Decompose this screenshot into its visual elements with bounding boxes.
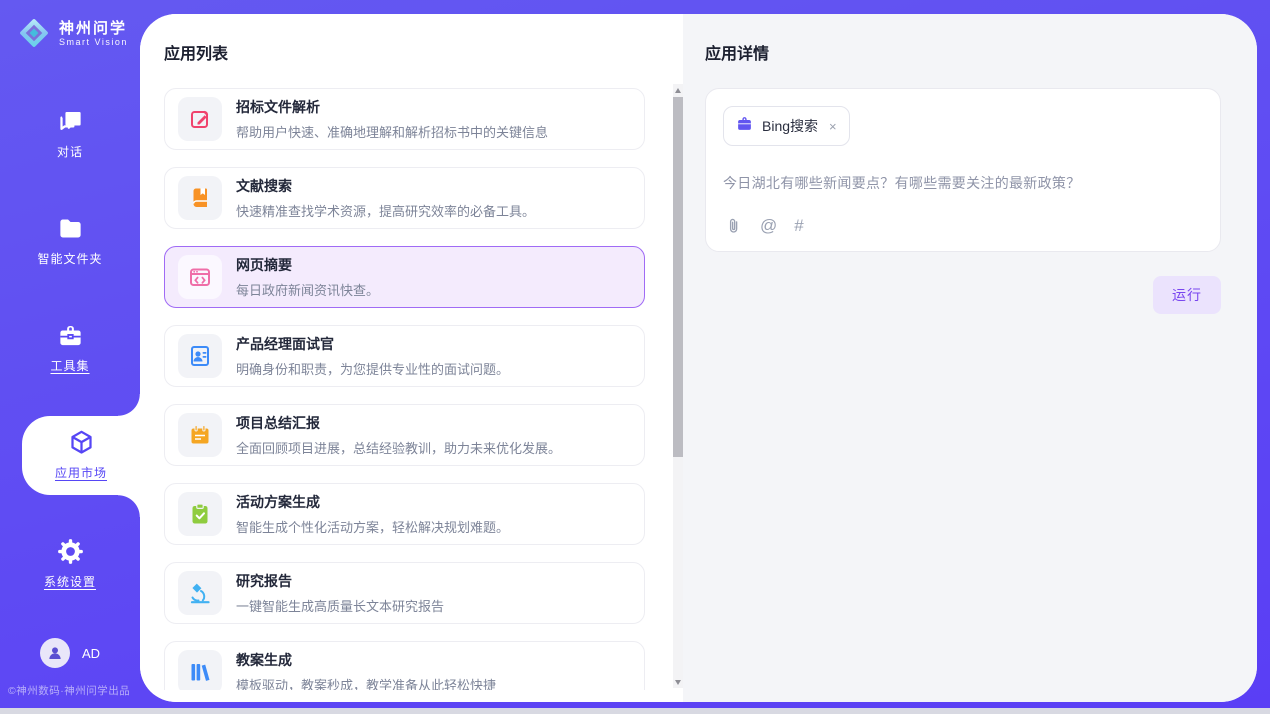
sidebar-item-1[interactable]: 对话 [0, 95, 140, 172]
folder-icon [57, 215, 84, 242]
app-card-desc: 一键智能生成高质量长文本研究报告 [236, 596, 444, 615]
app-card-title: 活动方案生成 [236, 492, 509, 512]
sidebar-item-label: 系统设置 [44, 573, 96, 590]
browser-code-icon [178, 255, 222, 299]
copyright-footer: ©神州数码·神州问学出品 [8, 683, 140, 698]
cube-icon [68, 429, 95, 456]
sidebar-item-2[interactable]: 智能文件夹 [0, 202, 140, 279]
chat-icon [57, 108, 84, 135]
microscope-icon [178, 571, 222, 615]
sidebar-item-5[interactable]: 系统设置 [0, 525, 140, 602]
logo-diamond-icon [16, 15, 52, 51]
app-card-title: 项目总结汇报 [236, 413, 561, 433]
app-card-desc: 帮助用户快速、准确地理解和解析招标书中的关键信息 [236, 122, 548, 141]
chip-close-icon[interactable]: × [829, 120, 837, 133]
app-card[interactable]: 项目总结汇报全面回顾项目进展，总结经验教训，助力未来优化发展。 [164, 404, 645, 466]
app-card[interactable]: 招标文件解析帮助用户快速、准确地理解和解析招标书中的关键信息 [164, 88, 645, 150]
attachment-toolbar: @# [725, 216, 804, 236]
user-row[interactable]: AD [0, 638, 140, 668]
run-button[interactable]: 运行 [1153, 276, 1221, 314]
edit-document-icon [178, 97, 222, 141]
bottom-edge-strip [0, 708, 1270, 714]
app-card-desc: 快速精准查找学术资源，提高研究效率的必备工具。 [236, 201, 535, 220]
app-list-panel: 应用列表 招标文件解析帮助用户快速、准确地理解和解析招标书中的关键信息文献搜索快… [140, 14, 683, 702]
scrollbar-thumb[interactable] [673, 97, 683, 457]
app-card-desc: 模板驱动，教案秒成，教学准备从此轻松快捷 [236, 675, 496, 690]
logo-subtitle: Smart Vision [59, 37, 128, 47]
app-card[interactable]: 网页摘要每日政府新闻资讯快查。 [164, 246, 645, 308]
app-card[interactable]: 教案生成模板驱动，教案秒成，教学准备从此轻松快捷 [164, 641, 645, 690]
app-card[interactable]: 文献搜索快速精准查找学术资源，提高研究效率的必备工具。 [164, 167, 645, 229]
app-card[interactable]: 活动方案生成智能生成个性化活动方案，轻松解决规划难题。 [164, 483, 645, 545]
sidebar-item-4[interactable]: 应用市场 [22, 416, 140, 495]
app-logo: 神州问学 Smart Vision [0, 0, 140, 51]
briefcase-icon [736, 115, 753, 137]
sidebar-item-label: 对话 [57, 143, 83, 160]
main-content: 应用列表 招标文件解析帮助用户快速、准确地理解和解析招标书中的关键信息文献搜索快… [140, 14, 1257, 702]
books-icon [178, 650, 222, 690]
calendar-icon [178, 413, 222, 457]
sidebar-item-3[interactable]: 工具集 [0, 309, 140, 386]
prompt-input[interactable]: 今日湖北有哪些新闻要点？有哪些需要关注的最新政策？ [723, 173, 1203, 193]
app-card-desc: 明确身份和职责，为您提供专业性的面试问题。 [236, 359, 509, 378]
app-card-title: 网页摘要 [236, 255, 379, 275]
sidebar-item-label: 应用市场 [55, 464, 107, 481]
app-list: 招标文件解析帮助用户快速、准确地理解和解析招标书中的关键信息文献搜索快速精准查找… [164, 88, 645, 690]
app-card-desc: 智能生成个性化活动方案，轻松解决规划难题。 [236, 517, 509, 536]
app-card[interactable]: 产品经理面试官明确身份和职责，为您提供专业性的面试问题。 [164, 325, 645, 387]
logo-title: 神州问学 [59, 20, 128, 37]
gear-icon [57, 538, 84, 565]
paperclip-icon[interactable] [725, 217, 743, 235]
app-card-title: 招标文件解析 [236, 97, 548, 117]
prompt-card[interactable]: Bing搜索 × 今日湖北有哪些新闻要点？有哪些需要关注的最新政策？ @# [705, 88, 1221, 252]
app-card-title: 研究报告 [236, 571, 444, 591]
interviewer-icon [178, 334, 222, 378]
app-detail-panel: 应用详情 Bing搜索 × 今日湖北有哪些新闻要点？有哪些需要关注的最新政策？ … [683, 14, 1257, 702]
app-card-desc: 每日政府新闻资讯快查。 [236, 280, 379, 299]
sidebar-item-label: 智能文件夹 [37, 250, 102, 267]
book-icon [178, 176, 222, 220]
hash-icon[interactable]: # [794, 216, 803, 236]
at-icon[interactable]: @ [760, 216, 777, 236]
avatar [40, 638, 70, 668]
scrollbar[interactable] [673, 84, 683, 688]
sidebar: 神州问学 Smart Vision 对话智能文件夹工具集应用市场系统设置 AD … [0, 0, 140, 708]
sidebar-nav: 对话智能文件夹工具集应用市场系统设置 [0, 95, 140, 632]
tool-chip-label: Bing搜索 [762, 116, 818, 136]
app-card[interactable]: 研究报告一键智能生成高质量长文本研究报告 [164, 562, 645, 624]
user-label: AD [82, 646, 100, 661]
toolbox-icon [57, 322, 84, 349]
app-card-title: 产品经理面试官 [236, 334, 509, 354]
sidebar-item-label: 工具集 [50, 357, 89, 374]
app-card-title: 文献搜索 [236, 176, 535, 196]
app-list-title: 应用列表 [164, 40, 663, 64]
tool-chip-bing-search[interactable]: Bing搜索 × [723, 106, 850, 146]
app-card-desc: 全面回顾项目进展，总结经验教训，助力未来优化发展。 [236, 438, 561, 457]
scroll-down-arrow-icon[interactable] [673, 676, 683, 688]
scroll-up-arrow-icon[interactable] [673, 84, 683, 96]
clipboard-check-icon [178, 492, 222, 536]
app-detail-title: 应用详情 [705, 40, 1221, 64]
app-card-title: 教案生成 [236, 650, 496, 670]
